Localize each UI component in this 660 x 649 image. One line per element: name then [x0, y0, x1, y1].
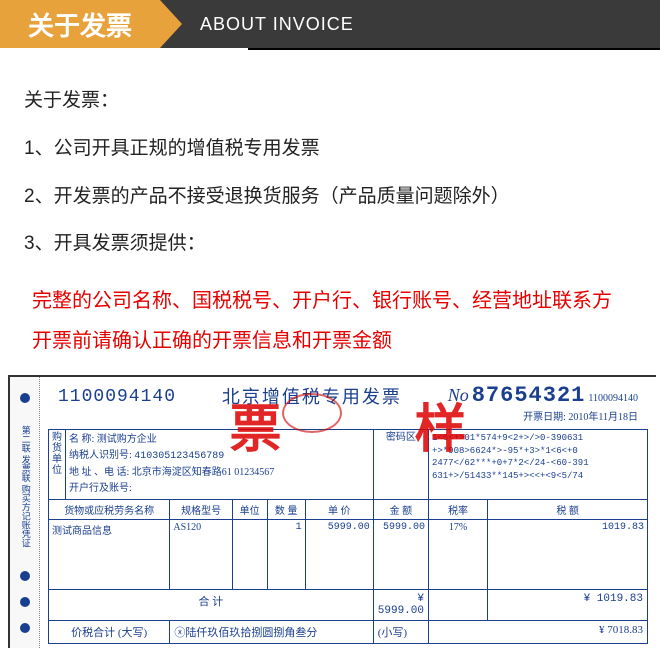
col-amount: 金 额: [373, 500, 428, 520]
item-goods: 测试商品信息: [49, 520, 170, 590]
sum-amount: ¥ 5999.00: [373, 590, 428, 621]
col-tax: 税 额: [488, 500, 648, 520]
col-goods: 货物或应税劳务名称: [49, 500, 170, 520]
invoice-date: 2010年11月18日: [568, 412, 638, 423]
item-row: 测试商品信息 AS120 1 5999.00 5999.00 17% 1019.…: [49, 520, 648, 590]
buyer-bank-label: 开户行及账号:: [69, 483, 132, 494]
red-line-2: 开票前请确认正确的开票信息和开票金额: [32, 321, 628, 361]
col-rate: 税率: [428, 500, 487, 520]
date-label: 开票日期:: [523, 412, 566, 423]
total-row: 价税合计 (大写) ⓧ陆仟玖佰玖拾捌圆捌角叁分 (小写) ¥ 7018.83: [49, 621, 648, 644]
invoice-body: 1100094140 北京增值税专用发票 No 87654321 1100094…: [40, 377, 656, 648]
invoice-no: 87654321: [472, 383, 586, 408]
policy-line-1: 1、公司开具正规的增值税专用发票: [24, 128, 636, 170]
buyer-label: 购货单位: [49, 430, 66, 500]
item-spec: AS120: [170, 520, 232, 590]
item-tax: 1019.83: [488, 520, 648, 590]
buyer-name-label: 名 称:: [69, 434, 94, 445]
col-spec: 规格型号: [170, 500, 232, 520]
content-block: 关于发票： 1、公司开具正规的增值税专用发票 2、开发票的产品不接受退换货服务（…: [0, 50, 660, 265]
total-label: 价税合计 (大写): [49, 621, 170, 644]
red-requirements: 完整的公司名称、国税税号、开户行、银行账号、经营地址联系方 开票前请确认正确的开…: [0, 271, 660, 371]
item-price: 5999.00: [305, 520, 373, 590]
col-qty: 数 量: [267, 500, 305, 520]
red-line-1: 完整的公司名称、国税税号、开户行、银行账号、经营地址联系方: [32, 281, 628, 321]
perf-dot: [20, 623, 30, 633]
header-bar: 关于发票 ABOUT INVOICE: [0, 0, 660, 48]
sum-row: 合 计 ¥ 5999.00 ¥ 1019.83: [49, 590, 648, 621]
total-small: ¥ 7018.83: [428, 621, 647, 644]
col-unit: 单位: [232, 500, 267, 520]
cipher-label: 密码区: [373, 430, 428, 500]
seal-icon: [282, 393, 342, 433]
total-cn: ⓧ陆仟玖佰玖拾捌圆捌角叁分: [170, 621, 373, 644]
header-title-en: ABOUT INVOICE: [200, 14, 354, 35]
cipher-area: 1<6<+>01*574+9<2+>/>0-390631 +>*908>6624…: [428, 430, 647, 500]
invoice-title: 北京增值税专用发票: [222, 383, 402, 409]
buyer-name: 测试购方企业: [97, 434, 157, 445]
no-label: No: [448, 385, 469, 405]
policy-line-2: 2、开发票的产品不接受退换货服务（产品质量问题除外）: [24, 176, 636, 218]
invoice-no-small: 1100094140: [588, 393, 638, 404]
sum-tax: ¥ 1019.83: [488, 590, 648, 621]
item-header-row: 货物或应税劳务名称 规格型号 单位 数 量 单 价 金 额 税率 税 额: [49, 500, 648, 520]
item-rate: 17%: [428, 520, 487, 590]
buyer-tax: 410305123456789: [134, 451, 224, 462]
perforation-strip: 第二联 发票联 购买方记账凭证: [10, 377, 40, 648]
item-qty: 1: [267, 520, 305, 590]
item-amount: 5999.00: [373, 520, 428, 590]
buyer-tax-label: 纳税人识别号:: [69, 450, 132, 461]
invoice-code: 1100094140: [58, 387, 176, 407]
chevron-right-icon: [160, 0, 182, 48]
perf-dot: [20, 393, 30, 403]
header-title-cn: 关于发票: [0, 0, 160, 48]
invoice-number-block: No 87654321 1100094140 开票日期: 2010年11月18日: [448, 383, 638, 423]
perf-dot: [20, 597, 30, 607]
buyer-addr: 北京市海淀区知春路61 01234567: [132, 467, 275, 478]
perf-text: 第二联 发票联 购买方记账凭证: [18, 426, 32, 548]
invoice-sample: 第二联 发票联 购买方记账凭证 1100094140 北京增值税专用发票 No …: [8, 375, 656, 648]
perf-dot: [20, 571, 30, 581]
item-unit: [232, 520, 267, 590]
invoice-table: 购货单位 名 称: 测试购方企业 纳税人识别号: 410305123456789…: [48, 429, 648, 644]
buyer-info: 名 称: 测试购方企业 纳税人识别号: 410305123456789 地 址 …: [66, 430, 374, 500]
total-small-label: (小写): [373, 621, 428, 644]
intro-text: 关于发票：: [24, 80, 636, 122]
sum-label: 合 计: [49, 590, 374, 621]
policy-line-3: 3、开具发票须提供：: [24, 223, 636, 265]
col-price: 单 价: [305, 500, 373, 520]
buyer-addr-label: 地 址 、电 话:: [69, 467, 129, 478]
